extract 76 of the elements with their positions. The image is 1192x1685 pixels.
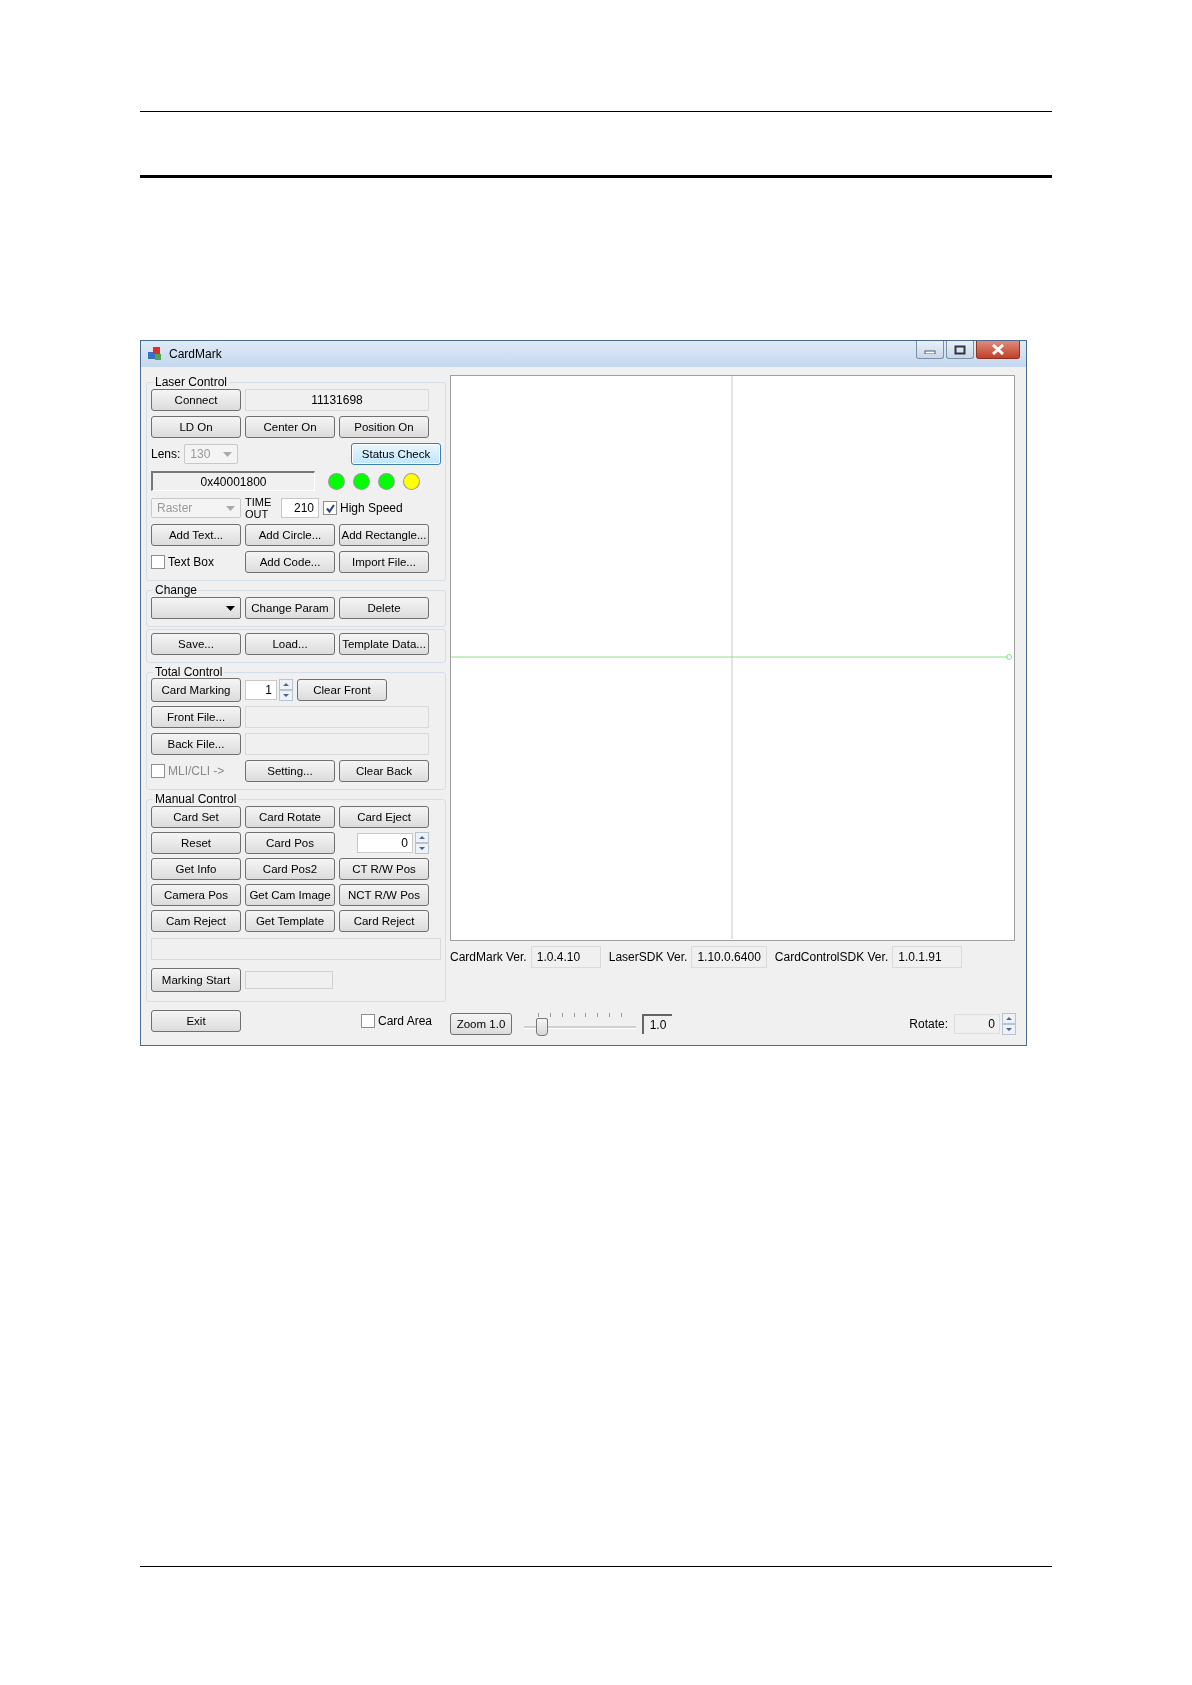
manual-button[interactable]: Card Eject [339,806,429,828]
back-file-button[interactable]: Back File... [151,733,241,755]
close-button[interactable] [976,341,1020,359]
timeout-label: TIME OUT [245,496,273,520]
manual-button[interactable]: Card Pos2 [245,858,335,880]
version-field: 1.0.4.10 [530,946,601,968]
add-button[interactable]: Add Circle... [245,524,335,546]
cubes-icon [147,346,163,362]
spinner-arrows-icon[interactable] [279,679,293,701]
connect-button[interactable]: Connect [151,389,241,411]
manual-button[interactable]: Reset [151,832,241,854]
clear-back-button[interactable]: Clear Back [339,760,429,782]
text-box-checkbox[interactable]: Text Box [151,555,241,569]
manual-button[interactable]: Card Set [151,806,241,828]
high-speed-checkbox[interactable]: High Speed [323,501,403,515]
marking-start-button[interactable]: Marking Start [151,968,241,992]
group-title: Change [154,583,199,597]
manual-button[interactable]: CT R/W Pos [339,858,429,880]
serial-field: 11131698 [245,389,429,411]
file-button[interactable]: Save... [151,633,241,655]
spinner-arrows-icon[interactable] [1002,1013,1016,1035]
dropdown-arrow-icon [223,451,233,457]
dropdown-arrow-icon [226,505,235,511]
card-marking-button[interactable]: Card Marking [151,678,241,702]
manual-button[interactable]: NCT R/W Pos [339,884,429,906]
manual-button[interactable]: Get Template [245,910,335,932]
spinner-arrows-icon[interactable] [415,832,429,854]
close-icon [991,344,1005,355]
manual-button[interactable]: Get Info [151,858,241,880]
toggle-button[interactable]: Position On [339,416,429,438]
file-button[interactable]: Template Data... [339,633,429,655]
toggle-button[interactable]: Center On [245,416,335,438]
window-title: CardMark [169,347,222,361]
maximize-icon [954,344,966,355]
status-check-button[interactable]: Status Check [351,443,441,465]
version-field: 1.0.1.91 [892,946,963,968]
manual-button[interactable]: Cam Reject [151,910,241,932]
toggle-button[interactable]: LD On [151,416,241,438]
change-button[interactable]: Change Param [245,597,335,619]
rotate-field[interactable]: 0 [954,1014,1000,1034]
manual-button[interactable]: Get Cam Image [245,884,335,906]
manual-button[interactable]: Card Pos [245,832,335,854]
card-area-checkbox[interactable]: Card Area [360,1014,432,1028]
position-field[interactable]: 0 [357,833,413,853]
clear-front-button[interactable]: Clear Front [297,679,387,701]
zoom-slider[interactable] [524,1013,636,1035]
dropdown-arrow-icon [226,605,235,611]
version-label: CardControlSDK Ver. [774,950,889,964]
add-button[interactable]: Import File... [339,551,429,573]
manual-button[interactable]: Camera Pos [151,884,241,906]
exit-button[interactable]: Exit [151,1010,241,1032]
zoom-button[interactable]: Zoom 1.0 [450,1013,512,1035]
check-icon [324,502,336,514]
version-field: 1.10.0.6400 [691,946,767,968]
group-title: Manual Control [154,792,238,806]
add-button[interactable]: Add Code... [245,551,335,573]
front-file-button[interactable]: Front File... [151,706,241,728]
rotate-label: Rotate: [909,1017,948,1031]
maximize-button[interactable] [946,341,974,359]
manual-button[interactable]: Card Reject [339,910,429,932]
file-button[interactable]: Load... [245,633,335,655]
group-title: Laser Control [154,375,229,389]
count-field[interactable]: 1 [245,680,277,700]
group-title: Total Control [154,665,224,679]
object-dropdown[interactable] [151,597,241,619]
zoom-value-field: 1.0 [642,1014,672,1034]
timeout-field[interactable]: 210 [281,498,319,518]
add-button[interactable]: Add Rectangle... [339,524,429,546]
change-button[interactable]: Delete [339,597,429,619]
setting-button[interactable]: Setting... [245,760,335,782]
add-button[interactable]: Add Text... [151,524,241,546]
status-code-field: 0x40001800 [151,471,315,491]
manual-button[interactable]: Card Rotate [245,806,335,828]
version-label: LaserSDK Ver. [608,950,688,964]
version-label: CardMark Ver. [450,950,527,964]
lens-label: Lens: [151,447,181,461]
